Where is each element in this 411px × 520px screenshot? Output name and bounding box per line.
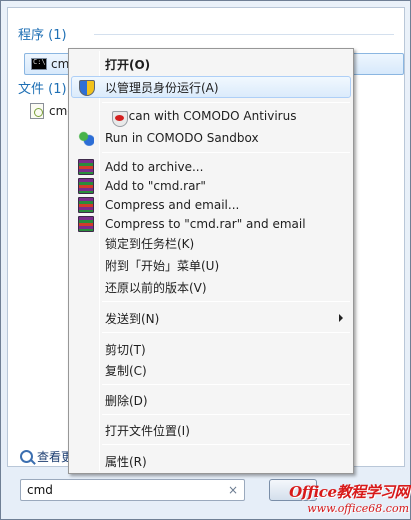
search-input[interactable]	[27, 483, 228, 497]
menu-item-label: 打开文件位置(I)	[105, 423, 190, 438]
menu-item-label: Scan with COMODO Antivirus	[121, 109, 297, 123]
submenu-arrow-icon	[339, 314, 343, 322]
menu-item-label: 发送到(N)	[105, 311, 160, 326]
programs-group-header[interactable]: 程序 (1)	[18, 24, 67, 43]
menu-separator	[102, 414, 350, 415]
menu-item-label: 删除(D)	[105, 393, 148, 408]
menu-item-comodo-sandbox[interactable]: Run in COMODO Sandbox	[71, 127, 351, 149]
menu-item-properties[interactable]: 属性(R)	[71, 450, 351, 472]
menu-item-label: 还原以前的版本(V)	[105, 280, 207, 295]
menu-separator	[102, 332, 350, 333]
menu-item-label: 附到「开始」菜单(U)	[105, 258, 220, 273]
menu-item-label: Add to archive...	[105, 160, 204, 174]
search-icon	[20, 450, 33, 463]
menu-separator	[102, 102, 350, 103]
files-group-header[interactable]: 文件 (1)	[18, 78, 67, 97]
watermark-title: Office教程学习网	[289, 483, 409, 501]
menu-item-label: Add to "cmd.rar"	[105, 179, 206, 193]
clear-search-icon[interactable]: ×	[228, 483, 238, 497]
menu-item-pin-taskbar[interactable]: 锁定到任务栏(K)	[71, 232, 351, 254]
comodo-sandbox-icon	[78, 130, 94, 146]
file-icon	[30, 103, 44, 119]
menu-item-cut[interactable]: 剪切(T)	[71, 338, 351, 360]
menu-item-label: Compress to "cmd.rar" and email	[105, 217, 306, 231]
menu-item-label: 打开(O)	[105, 57, 151, 72]
menu-item-comodo-scan[interactable]: Scan with COMODO Antivirus	[71, 105, 351, 127]
comodo-antivirus-icon	[112, 111, 128, 127]
menu-item-send-to[interactable]: 发送到(N)	[71, 307, 351, 329]
divider	[94, 34, 394, 35]
winrar-icon	[78, 216, 94, 232]
menu-item-open[interactable]: 打开(O)	[71, 53, 351, 75]
winrar-icon	[78, 178, 94, 194]
search-box[interactable]: ×	[20, 479, 245, 501]
menu-item-label: 复制(C)	[105, 363, 147, 378]
menu-item-delete[interactable]: 删除(D)	[71, 389, 351, 411]
watermark: Office教程学习网 www.office68.com	[269, 481, 409, 515]
watermark-url: www.office68.com	[307, 502, 409, 515]
menu-item-label: Run in COMODO Sandbox	[105, 131, 259, 145]
menu-separator	[102, 152, 350, 153]
menu-item-label: Compress and email...	[105, 198, 240, 212]
menu-item-restore-versions[interactable]: 还原以前的版本(V)	[71, 276, 351, 298]
menu-item-label: 属性(R)	[105, 454, 147, 469]
menu-item-copy[interactable]: 复制(C)	[71, 359, 351, 381]
menu-item-pin-start[interactable]: 附到「开始」菜单(U)	[71, 254, 351, 276]
menu-item-label: 锁定到任务栏(K)	[105, 236, 195, 251]
menu-item-label: 以管理员身份运行(A)	[105, 80, 219, 95]
winrar-icon	[78, 159, 94, 175]
cmd-icon	[31, 58, 47, 70]
menu-separator	[102, 384, 350, 385]
see-more-results-link[interactable]: 查看更	[20, 448, 73, 465]
uac-shield-icon	[79, 80, 95, 96]
winrar-icon	[78, 197, 94, 213]
menu-item-label: 剪切(T)	[105, 342, 146, 357]
menu-separator	[102, 301, 350, 302]
menu-separator	[102, 444, 350, 445]
menu-item-run-as-admin[interactable]: 以管理员身份运行(A)	[71, 76, 351, 98]
menu-item-open-file-location[interactable]: 打开文件位置(I)	[71, 419, 351, 441]
context-menu: 打开(O) 以管理员身份运行(A) Scan with COMODO Antiv…	[68, 48, 354, 474]
